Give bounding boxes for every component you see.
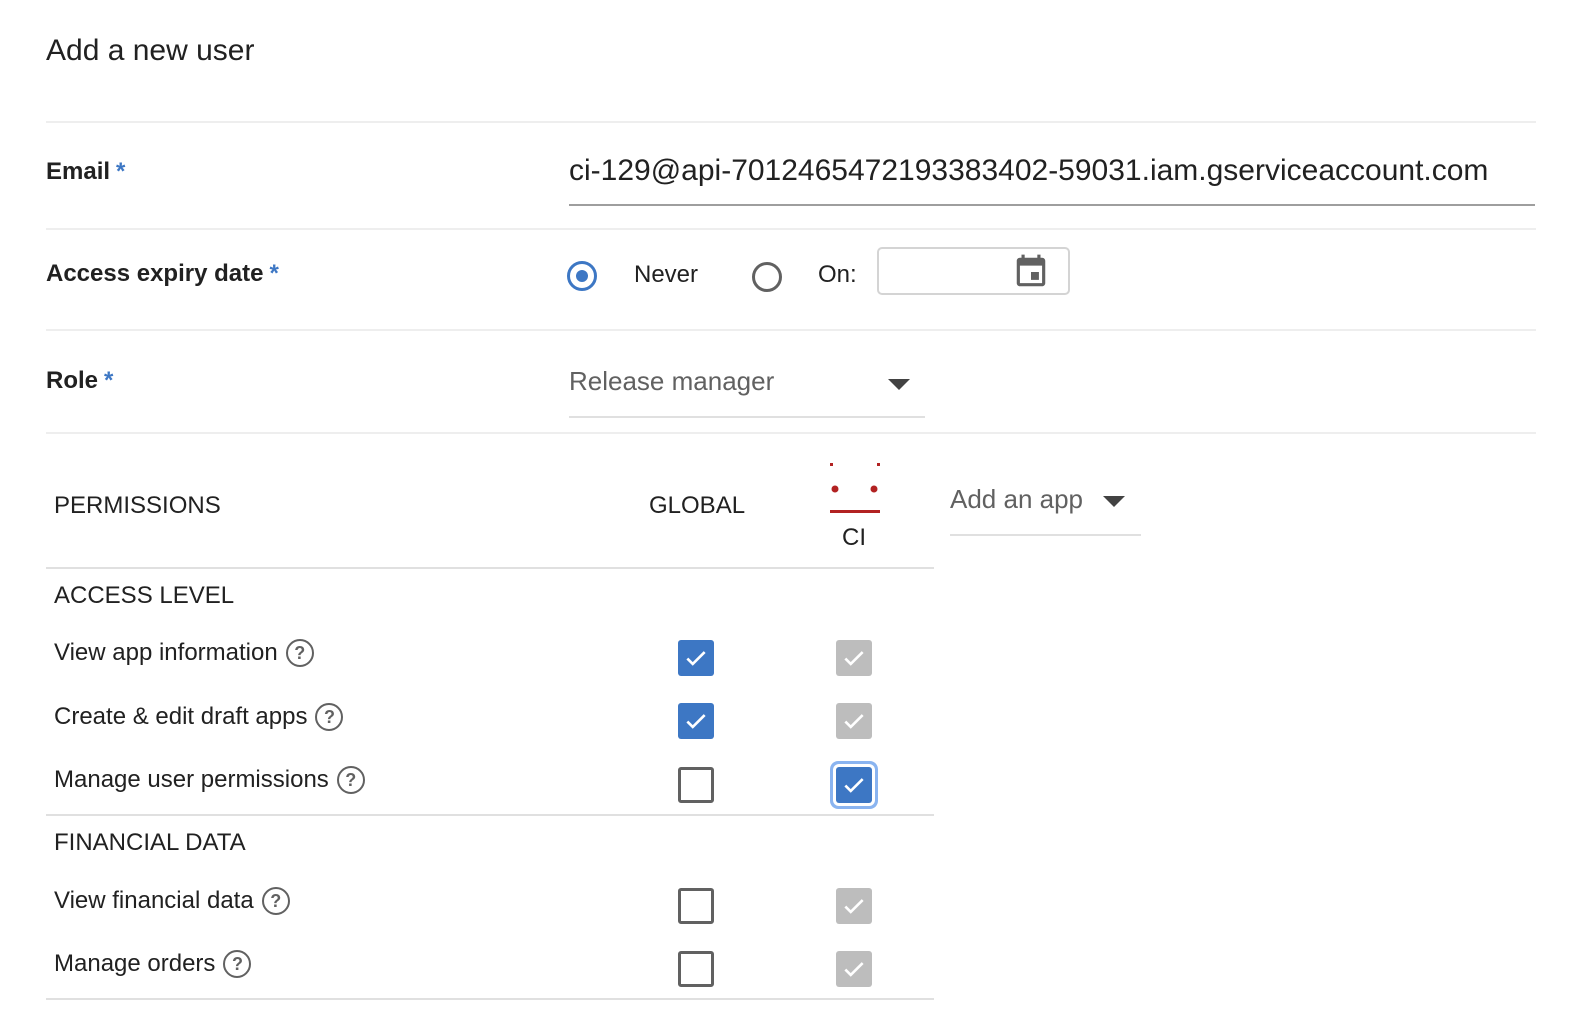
caret-down-icon xyxy=(1103,496,1125,507)
calendar-icon[interactable] xyxy=(1012,253,1050,296)
role-select[interactable]: Release manager xyxy=(569,362,925,418)
email-label-text: Email xyxy=(46,158,111,185)
divider xyxy=(46,121,1536,123)
app-create-edit-draft-checkbox[interactable] xyxy=(836,703,872,739)
radio-on-date-label: On: xyxy=(818,261,857,288)
permission-row-label: View app information ? xyxy=(54,639,314,667)
required-mark: * xyxy=(116,158,126,185)
app-view-financial-data-checkbox[interactable] xyxy=(836,888,872,924)
app-manage-orders-checkbox[interactable] xyxy=(836,951,872,987)
help-circle-icon[interactable]: ? xyxy=(261,887,290,915)
help-circle-icon[interactable]: ? xyxy=(336,766,365,794)
check-icon xyxy=(844,778,864,793)
table-divider xyxy=(46,998,934,1000)
check-icon xyxy=(844,714,864,729)
add-app-select[interactable]: Add an app xyxy=(950,474,1141,536)
access-expiry-label: Access expiry date * xyxy=(46,260,279,288)
section-financial-data: FINANCIAL DATA xyxy=(54,829,246,856)
role-label-text: Role xyxy=(46,367,99,394)
radio-on-date[interactable] xyxy=(752,262,782,292)
permission-label-text: Create & edit draft apps xyxy=(54,703,308,730)
radio-never-label: Never xyxy=(634,261,699,288)
table-divider xyxy=(46,567,934,569)
caret-down-icon xyxy=(888,379,910,390)
check-icon xyxy=(844,651,864,666)
check-icon xyxy=(686,651,706,666)
permission-row-label: Manage orders ? xyxy=(54,950,252,978)
app-logo-icon xyxy=(829,462,881,519)
access-expiry-label-text: Access expiry date xyxy=(46,260,264,287)
check-icon xyxy=(686,714,706,729)
permissions-header: PERMISSIONS xyxy=(54,492,221,519)
global-view-app-info-checkbox[interactable] xyxy=(678,640,714,676)
permission-row-label: Manage user permissions ? xyxy=(54,766,365,794)
global-manage-orders-checkbox[interactable] xyxy=(678,951,714,987)
required-mark: * xyxy=(104,367,114,394)
global-view-financial-data-checkbox[interactable] xyxy=(678,888,714,924)
app-view-app-info-checkbox[interactable] xyxy=(836,640,872,676)
permission-label-text: Manage user permissions xyxy=(54,766,329,793)
divider xyxy=(46,432,1536,434)
column-global: GLOBAL xyxy=(649,492,746,519)
page-title: Add a new user xyxy=(46,34,255,67)
permission-row-label: Create & edit draft apps ? xyxy=(54,703,344,731)
global-manage-user-permissions-checkbox[interactable] xyxy=(678,767,714,803)
help-circle-icon[interactable]: ? xyxy=(223,950,252,978)
global-create-edit-draft-checkbox[interactable] xyxy=(678,703,714,739)
role-label: Role * xyxy=(46,367,113,395)
check-icon xyxy=(844,962,864,977)
app-manage-user-permissions-checkbox[interactable] xyxy=(836,767,872,803)
required-mark: * xyxy=(269,260,279,287)
table-divider xyxy=(46,814,934,816)
check-icon xyxy=(844,899,864,914)
email-label: Email * xyxy=(46,158,125,186)
help-circle-icon[interactable]: ? xyxy=(285,639,314,667)
role-select-value: Release manager xyxy=(569,366,775,396)
section-access-level: ACCESS LEVEL xyxy=(54,582,235,609)
permission-label-text: View financial data xyxy=(54,887,254,914)
help-circle-icon[interactable]: ? xyxy=(315,703,344,731)
permission-label-text: Manage orders xyxy=(54,950,216,977)
radio-never[interactable] xyxy=(567,261,597,291)
divider xyxy=(46,329,1536,331)
column-app: CI xyxy=(842,524,866,551)
permission-label-text: View app information xyxy=(54,639,278,666)
permission-row-label: View financial data ? xyxy=(54,887,290,915)
add-app-label: Add an app xyxy=(950,484,1084,514)
divider xyxy=(46,228,1536,230)
email-field[interactable]: ci-129@api-7012465472193383402-59031.iam… xyxy=(569,150,1535,206)
date-field[interactable] xyxy=(877,247,1070,295)
